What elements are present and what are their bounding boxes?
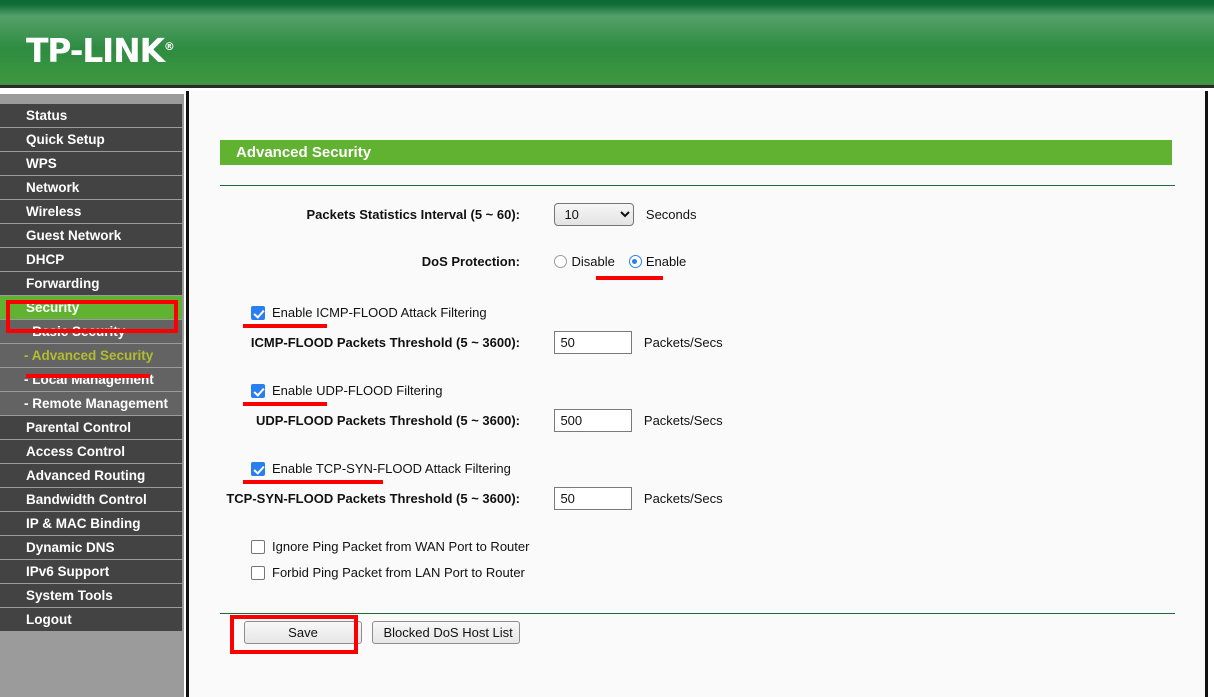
udp-flood-checkbox-label: Enable UDP-FLOOD Filtering (272, 383, 443, 399)
tcp-syn-threshold-input[interactable] (554, 487, 633, 510)
sidebar-item-quick-setup[interactable]: Quick Setup (0, 128, 182, 152)
sidebar-item-status[interactable]: Status (0, 104, 182, 128)
dos-protection-radio-group: Disable Enable (554, 253, 700, 271)
icmp-flood-checkbox[interactable] (251, 305, 265, 320)
tcp-syn-flood-checkbox-row: Enable TCP-SYN-FLOOD Attack Filtering (251, 460, 511, 478)
tcp-syn-threshold-unit: Packets/Secs (643, 491, 723, 506)
top-divider (220, 185, 1175, 186)
ignore-ping-wan-checkbox[interactable] (251, 539, 265, 554)
dos-enable-label: Enable (645, 254, 687, 270)
sidebar-item-advanced-security[interactable]: - Advanced Security (0, 344, 182, 368)
save-button[interactable]: Save (244, 621, 362, 644)
sidebar-item-access-control[interactable]: Access Control (0, 440, 182, 464)
sidebar-item-wps[interactable]: WPS (0, 152, 182, 176)
sidebar-item-dhcp[interactable]: DHCP (0, 248, 182, 272)
udp-threshold-unit: Packets/Secs (643, 413, 723, 428)
sidebar-item-ipv6-support[interactable]: IPv6 Support (0, 560, 182, 584)
sidebar-item-ip-mac-binding[interactable]: IP & MAC Binding (0, 512, 182, 536)
udp-flood-checkbox-row: Enable UDP-FLOOD Filtering (251, 382, 443, 400)
sidebar-item-basic-security[interactable]: - Basic Security (0, 320, 182, 344)
sidebar-item-logout[interactable]: Logout (0, 608, 182, 632)
packets-interval-unit: Seconds (645, 207, 697, 222)
icmp-flood-checkbox-row: Enable ICMP-FLOOD Attack Filtering (251, 304, 487, 322)
ignore-ping-wan-row: Ignore Ping Packet from WAN Port to Rout… (251, 538, 529, 556)
sidebar-filler (0, 632, 182, 697)
udp-threshold-row: UDP-FLOOD Packets Threshold (5 ~ 3600): … (220, 409, 1172, 432)
sidebar-item-local-management[interactable]: - Local Management (0, 368, 182, 392)
tcp-syn-threshold-row: TCP-SYN-FLOOD Packets Threshold (5 ~ 360… (220, 487, 1172, 510)
dos-disable-radio[interactable] (554, 255, 568, 269)
sidebar-nav: Status Quick Setup WPS Network Wireless Guest… (0, 94, 184, 697)
brand-name: TP-LINK (26, 31, 165, 70)
sidebar-top-spacer (0, 94, 182, 104)
sidebar-item-dynamic-dns[interactable]: Dynamic DNS (0, 536, 182, 560)
content-right-border (1205, 91, 1208, 697)
main-content: Advanced Security Packets Statistics Int… (189, 91, 1205, 697)
dos-disable-label: Disable (571, 254, 615, 270)
forbid-ping-lan-checkbox[interactable] (251, 565, 265, 580)
icmp-threshold-row: ICMP-FLOOD Packets Threshold (5 ~ 3600):… (220, 331, 1172, 354)
forbid-ping-lan-row: Forbid Ping Packet from LAN Port to Rout… (251, 564, 525, 582)
udp-threshold-input[interactable] (554, 409, 633, 432)
page-title: Advanced Security (220, 140, 1172, 165)
sidebar-item-network[interactable]: Network (0, 176, 182, 200)
registered-trademark-icon: ® (163, 40, 175, 53)
sidebar-item-system-tools[interactable]: System Tools (0, 584, 182, 608)
tcp-syn-flood-checkbox-label: Enable TCP-SYN-FLOOD Attack Filtering (272, 461, 511, 477)
icmp-flood-checkbox-label: Enable ICMP-FLOOD Attack Filtering (272, 305, 487, 321)
ignore-ping-wan-label: Ignore Ping Packet from WAN Port to Rout… (272, 539, 530, 555)
dos-protection-label: DoS Protection: (421, 254, 520, 269)
tcp-syn-flood-checkbox[interactable] (251, 461, 265, 476)
sidebar-item-list: Status Quick Setup WPS Network Wireless Guest… (0, 104, 182, 632)
tcp-syn-threshold-label: TCP-SYN-FLOOD Packets Threshold (5 ~ 360… (226, 490, 520, 506)
forbid-ping-lan-label: Forbid Ping Packet from LAN Port to Rout… (272, 565, 525, 581)
packets-interval-row: Packets Statistics Interval (5 ~ 60): 51… (220, 203, 1172, 226)
packets-interval-label: Packets Statistics Interval (5 ~ 60): (306, 206, 520, 222)
sidebar-item-parental-control[interactable]: Parental Control (0, 416, 182, 440)
sidebar-item-security[interactable]: Security (0, 296, 182, 320)
action-buttons: Save Blocked DoS Host List (244, 621, 521, 644)
udp-flood-checkbox[interactable] (251, 383, 265, 398)
router-admin-page: TP-LINK® Status Quick Setup WPS Network Wire… (0, 0, 1214, 697)
sidebar-item-guest-network[interactable]: Guest Network (0, 224, 182, 248)
sidebar-item-forwarding[interactable]: Forwarding (0, 272, 182, 296)
sidebar-item-bandwidth-control[interactable]: Bandwidth Control (0, 488, 182, 512)
page-header: TP-LINK® (0, 0, 1214, 88)
sidebar-item-advanced-routing[interactable]: Advanced Routing (0, 464, 182, 488)
tplink-logo: TP-LINK® (26, 34, 175, 67)
icmp-threshold-label: ICMP-FLOOD Packets Threshold (5 ~ 3600): (250, 334, 520, 350)
dos-protection-row: DoS Protection: Disable Enable (220, 253, 1172, 271)
udp-threshold-label: UDP-FLOOD Packets Threshold (5 ~ 3600): (255, 412, 520, 428)
dos-enable-radio[interactable] (628, 255, 642, 269)
packets-interval-select[interactable]: 5102030405060 (554, 203, 635, 226)
icmp-threshold-input[interactable] (554, 331, 633, 354)
sidebar-item-wireless[interactable]: Wireless (0, 200, 182, 224)
icmp-threshold-unit: Packets/Secs (643, 335, 723, 350)
sidebar-item-remote-management[interactable]: - Remote Management (0, 392, 182, 416)
blocked-dos-host-list-button[interactable]: Blocked DoS Host List (372, 621, 521, 644)
bottom-divider (220, 613, 1175, 614)
